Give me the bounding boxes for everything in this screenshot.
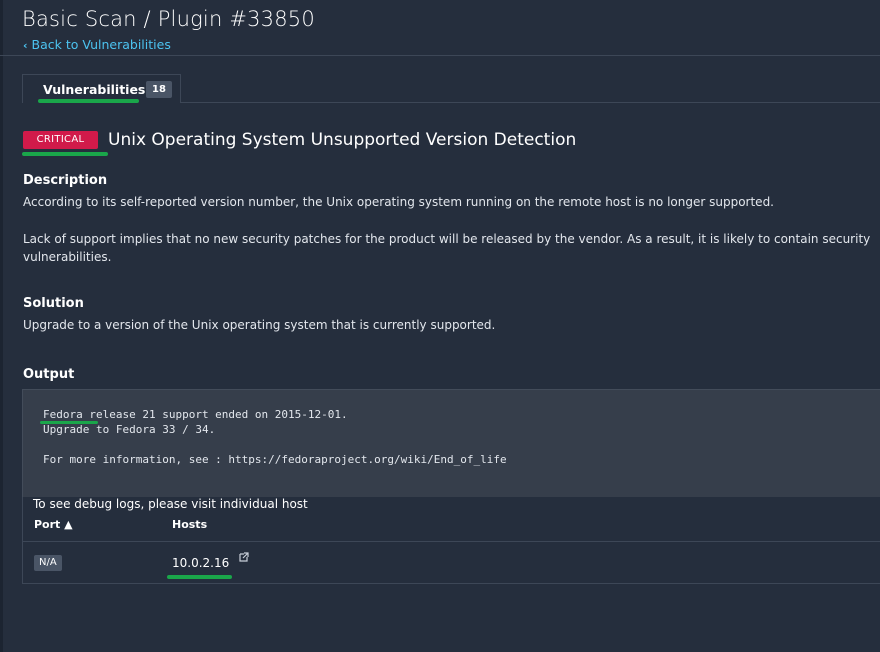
highlight-underline — [38, 99, 139, 103]
row-divider — [23, 541, 880, 542]
port-badge: N/A — [34, 555, 62, 571]
solution-heading: Solution — [23, 296, 84, 311]
debug-logs-note: To see debug logs, please visit individu… — [33, 497, 308, 511]
output-line: Upgrade to Fedora 33 / 34. — [43, 423, 216, 436]
host-link[interactable]: 10.0.2.16 — [172, 556, 229, 570]
page-title: Basic Scan / Plugin #33850 — [22, 7, 315, 31]
page-header: Basic Scan / Plugin #33850 ‹ Back to Vuln… — [0, 0, 880, 56]
plugin-output-box: Fedora release 21 support ended on 2015-… — [22, 389, 880, 497]
highlight-underline — [22, 152, 108, 156]
chevron-left-icon: ‹ — [23, 39, 28, 52]
column-header-port[interactable]: Port ▲ — [34, 518, 73, 531]
output-line: Fedora release 21 support ended on 2015-… — [43, 408, 348, 421]
tab-count-badge: 18 — [146, 81, 172, 98]
description-paragraph: According to its self-reported version n… — [23, 195, 774, 209]
plugin-output-text: Fedora release 21 support ended on 2015-… — [43, 407, 507, 467]
back-link-label: Back to Vulnerabilities — [31, 37, 171, 52]
column-header-hosts[interactable]: Hosts — [172, 518, 207, 531]
severity-badge: CRITICAL — [23, 131, 98, 149]
description-paragraph: Lack of support implies that no new secu… — [23, 232, 871, 264]
solution-text: Upgrade to a version of the Unix operati… — [23, 318, 496, 332]
tab-label: Vulnerabilities — [43, 82, 146, 97]
window-edge — [0, 0, 3, 652]
output-line: For more information, see : https://fedo… — [43, 453, 507, 466]
vulnerability-title: Unix Operating System Unsupported Versio… — [108, 130, 577, 150]
description-heading: Description — [23, 173, 108, 188]
external-link-icon[interactable] — [239, 552, 249, 562]
back-to-vulnerabilities-link[interactable]: ‹ Back to Vulnerabilities — [23, 37, 171, 52]
highlight-underline — [40, 421, 98, 424]
output-heading: Output — [23, 367, 75, 382]
highlight-underline — [167, 575, 232, 579]
